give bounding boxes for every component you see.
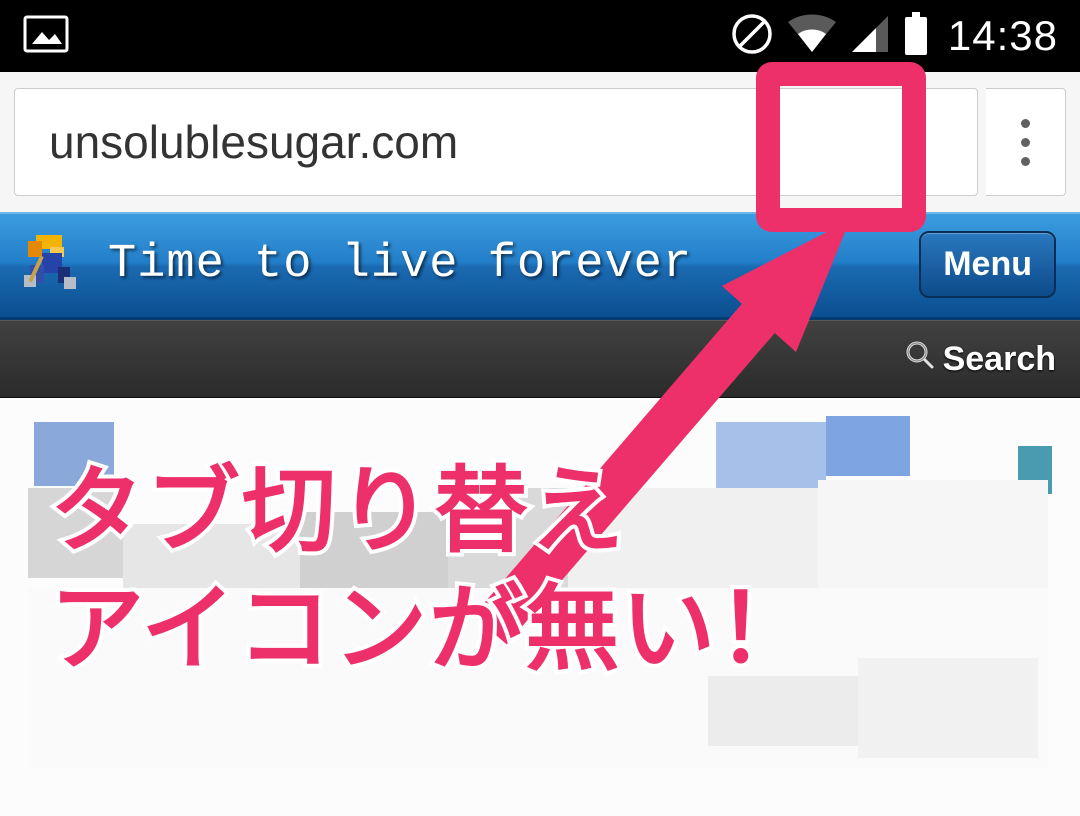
menu-button[interactable]: Menu xyxy=(919,231,1056,298)
wifi-icon xyxy=(786,14,838,59)
search-button[interactable]: Search xyxy=(905,340,1056,379)
more-dot-icon xyxy=(1021,157,1030,166)
more-dot-icon xyxy=(1021,138,1030,147)
clock-text: 14:38 xyxy=(948,12,1058,60)
battery-icon xyxy=(902,12,930,61)
status-right: 14:38 xyxy=(730,12,1058,61)
status-left xyxy=(22,14,70,59)
browser-toolbar: unsolublesugar.com xyxy=(0,72,1080,212)
do-not-disturb-icon xyxy=(730,12,774,61)
url-text: unsolublesugar.com xyxy=(49,115,458,169)
site-avatar-icon xyxy=(24,233,88,297)
site-title: Time to live forever xyxy=(108,238,692,291)
more-dot-icon xyxy=(1021,119,1030,128)
image-placeholder-icon xyxy=(22,14,70,59)
search-strip: Search xyxy=(0,320,1080,398)
url-bar[interactable]: unsolublesugar.com xyxy=(14,88,978,196)
search-icon xyxy=(905,340,935,379)
search-label: Search xyxy=(943,340,1056,379)
page-content xyxy=(0,398,1080,816)
mosaic-placeholder xyxy=(28,416,1052,776)
site-header: Time to live forever Menu xyxy=(0,212,1080,320)
cellular-icon xyxy=(850,14,890,59)
status-bar: 14:38 xyxy=(0,0,1080,72)
more-menu-button[interactable] xyxy=(986,88,1066,196)
